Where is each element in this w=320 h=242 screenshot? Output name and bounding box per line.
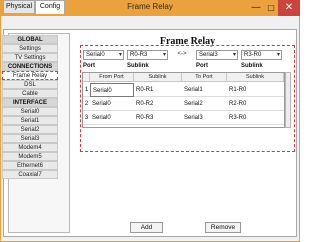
table-scrollbar[interactable] bbox=[285, 72, 291, 128]
table-cell[interactable]: Serial0 bbox=[90, 111, 134, 125]
table-cell[interactable]: R2-R0 bbox=[227, 97, 284, 111]
table-cell[interactable]: R3-R0 bbox=[227, 111, 284, 125]
sublink-right-select[interactable]: R3-R0 ▾ bbox=[241, 50, 282, 60]
sidebar-header-global: GLOBAL bbox=[2, 35, 58, 44]
table-cell[interactable]: Serial3 bbox=[182, 111, 227, 125]
table-cell[interactable]: R0-R1 bbox=[134, 83, 182, 97]
sublink-left-select[interactable]: R0-R3 ▾ bbox=[127, 50, 168, 60]
sidebar-item-frame-relay[interactable]: Frame Relay bbox=[2, 71, 58, 80]
table-header-sublink-from[interactable]: Sublink bbox=[134, 73, 182, 82]
chevron-down-icon: ▾ bbox=[162, 52, 166, 58]
sidebar-item-cable[interactable]: Cable bbox=[2, 89, 58, 98]
table-header-from-port[interactable]: From Port bbox=[90, 73, 134, 82]
sidebar-item-modem4[interactable]: Modem4 bbox=[2, 143, 58, 152]
table-cell[interactable]: Serial2 bbox=[182, 97, 227, 111]
table-row[interactable]: 1 Serial0 R0-R1 Serial1 R1-R0 bbox=[83, 83, 284, 97]
close-button[interactable]: ✕ bbox=[278, 0, 300, 16]
table-cell[interactable]: Serial1 bbox=[182, 83, 227, 97]
table-cell[interactable]: Serial0 bbox=[90, 97, 134, 111]
sublink-left-value: R0-R3 bbox=[130, 52, 148, 58]
table-header-index bbox=[83, 73, 90, 82]
row-index: 3 bbox=[83, 111, 90, 125]
table-row[interactable]: 2 Serial0 R0-R2 Serial2 R2-R0 bbox=[83, 97, 284, 111]
table-header-to-port[interactable]: To Port bbox=[182, 73, 227, 82]
table-header-sublink-to[interactable]: Sublink bbox=[227, 73, 284, 82]
table-cell[interactable]: R0-R2 bbox=[134, 97, 182, 111]
port-right-label: Port bbox=[196, 63, 208, 69]
add-button[interactable]: Add bbox=[130, 222, 163, 233]
tab-physical[interactable]: Physical bbox=[3, 0, 35, 13]
sidebar-item-serial3[interactable]: Serial3 bbox=[2, 134, 58, 143]
sidebar-item-modem5[interactable]: Modem5 bbox=[2, 152, 58, 161]
sidebar-item-serial0[interactable]: Serial0 bbox=[2, 107, 58, 116]
port-right-value: Serial3 bbox=[199, 52, 218, 58]
port-left-value: Serial0 bbox=[86, 52, 105, 58]
sublink-right-label: Sublink bbox=[241, 63, 263, 69]
chevron-down-icon: ▾ bbox=[232, 52, 236, 58]
sidebar-header-interface: INTERFACE bbox=[2, 98, 58, 107]
sidebar-item-serial1[interactable]: Serial1 bbox=[2, 116, 58, 125]
row-index: 1 bbox=[83, 83, 90, 97]
port-left-select[interactable]: Serial0 ▾ bbox=[83, 50, 124, 60]
sidebar-item-ethernet6[interactable]: Ethernet6 bbox=[2, 161, 58, 170]
sidebar-item-tv-settings[interactable]: TV Settings bbox=[2, 53, 58, 62]
table-cell[interactable]: R1-R0 bbox=[227, 83, 284, 97]
table-row[interactable]: 3 Serial0 R0-R3 Serial3 R3-R0 bbox=[83, 111, 284, 125]
sublink-left-label: Sublink bbox=[127, 63, 149, 69]
port-left-label: Port bbox=[83, 63, 95, 69]
port-right-select[interactable]: Serial3 ▾ bbox=[196, 50, 238, 60]
row-index: 2 bbox=[83, 97, 90, 111]
remove-button[interactable]: Remove bbox=[205, 222, 241, 233]
sidebar-header-connections: CONNECTIONS bbox=[2, 62, 58, 71]
sidebar-item-dsl[interactable]: DSL bbox=[2, 80, 58, 89]
sidebar-item-settings[interactable]: Settings bbox=[2, 44, 58, 53]
table-cell[interactable]: R0-R3 bbox=[134, 111, 182, 125]
tab-config[interactable]: Config bbox=[35, 0, 65, 14]
table-cell[interactable]: Serial0 bbox=[90, 83, 134, 97]
sublink-right-value: R3-R0 bbox=[244, 52, 262, 58]
sidebar-item-coaxial7[interactable]: Coaxial7 bbox=[2, 170, 58, 179]
sidebar-item-serial2[interactable]: Serial2 bbox=[2, 125, 58, 134]
link-arrow: <-> bbox=[177, 51, 187, 57]
chevron-down-icon: ▾ bbox=[276, 52, 280, 58]
chevron-down-icon: ▾ bbox=[118, 52, 122, 58]
